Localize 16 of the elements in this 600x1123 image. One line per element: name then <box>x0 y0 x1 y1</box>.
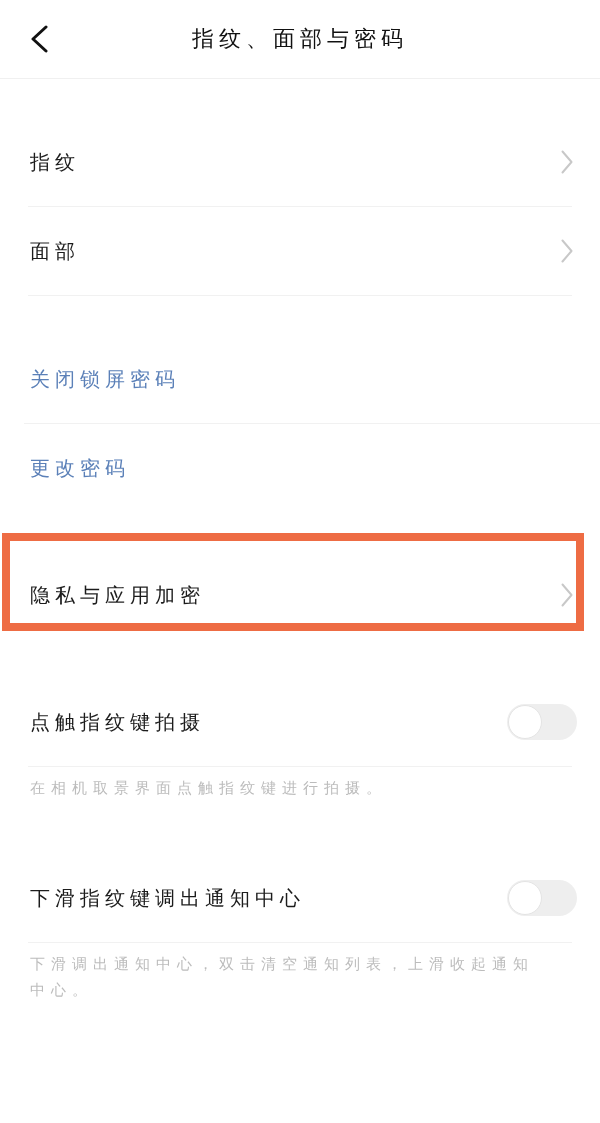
settings-item[interactable]: 面部 <box>0 207 600 295</box>
chevron-right-icon <box>561 239 573 263</box>
setting-description: 在相机取景界面点触指纹键进行拍摄。 <box>29 778 388 798</box>
settings-item[interactable]: 指纹 <box>0 118 600 206</box>
settings-item[interactable]: 关闭锁屏密码 <box>0 335 600 423</box>
settings-item[interactable]: 隐私与应用加密 <box>0 551 600 639</box>
toggle-switch[interactable] <box>507 880 577 916</box>
settings-item[interactable]: 更改密码 <box>0 424 600 512</box>
toggle-switch[interactable] <box>507 704 577 740</box>
setting-label: 点触指纹键拍摄 <box>30 710 205 735</box>
chevron-right-icon <box>561 150 573 174</box>
back-icon <box>30 25 48 53</box>
page-title: 指纹、面部与密码 <box>192 25 408 53</box>
chevron-right-icon <box>561 583 573 607</box>
setting-label: 下滑指纹键调出通知中心 <box>30 886 305 911</box>
setting-description: 下滑调出通知中心，双击清空通知列表，上滑收起通知中心。 <box>29 954 535 1000</box>
